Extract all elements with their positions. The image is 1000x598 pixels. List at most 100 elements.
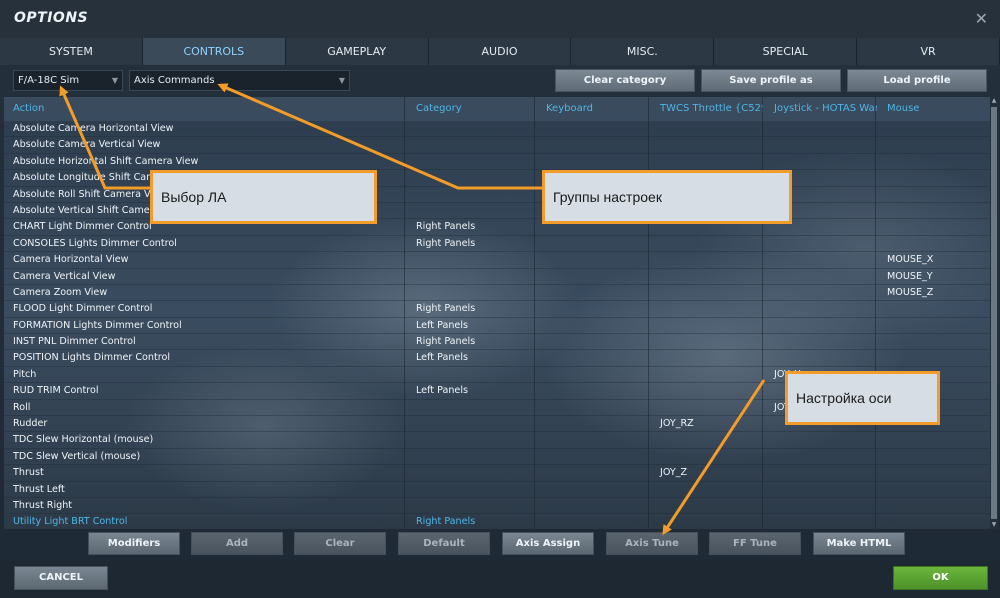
cell-action: Thrust Left	[13, 483, 65, 495]
cell-action: Absolute Camera Vertical View	[13, 139, 161, 151]
cell-throttle	[651, 154, 763, 170]
scroll-up-icon[interactable]: ▲	[990, 97, 998, 105]
header-mouse[interactable]: Mouse	[878, 97, 990, 121]
cell-category	[407, 154, 533, 170]
cell-action: Camera Zoom View	[13, 286, 108, 298]
default-button[interactable]: Default	[398, 532, 490, 555]
cell-action: POSITION Lights Dimmer Control	[13, 352, 171, 364]
cell-mouse	[878, 219, 990, 235]
tab-gameplay[interactable]: GAMEPLAY	[286, 38, 429, 65]
cell-joystick	[765, 137, 877, 153]
cell-throttle	[651, 318, 763, 334]
cell-joystick	[765, 154, 877, 170]
cell-action: INST PNL Dimmer Control	[13, 336, 136, 348]
cell-joystick	[765, 252, 877, 268]
cell-mouse	[878, 318, 990, 334]
tab-controls[interactable]: CONTROLS	[142, 38, 286, 65]
cell-throttle	[651, 301, 763, 317]
cell-mouse	[878, 432, 990, 448]
cell-throttle	[651, 269, 763, 285]
cell-action: Pitch	[13, 368, 37, 380]
cell-mouse: MOUSE_Z	[887, 286, 934, 298]
scroll-thumb[interactable]	[991, 107, 997, 519]
cell-category: Left Panels	[416, 319, 468, 331]
clear-button[interactable]: Clear	[294, 532, 386, 555]
ok-button[interactable]: OK	[893, 566, 988, 590]
header-keyboard[interactable]: Keyboard	[537, 97, 647, 121]
axis-tune-callout: Настройка оси	[785, 371, 940, 425]
table-row[interactable]: Thrust Right	[4, 498, 990, 515]
cell-joystick	[765, 269, 877, 285]
cell-throttle	[651, 285, 763, 301]
table-row[interactable]: CONSOLES Lights Dimmer Control Right Pane…	[4, 236, 990, 253]
controls-toolbar: F/A-18C Sim ▼ Axis Commands ▼ Clear cate…	[0, 65, 1000, 97]
category-select[interactable]: Axis Commands ▼	[129, 70, 350, 91]
cell-joystick	[765, 514, 877, 529]
cell-throttle	[651, 236, 763, 252]
tab-special[interactable]: SPECIAL	[714, 38, 858, 65]
cell-joystick	[765, 350, 877, 366]
load-profile-button[interactable]: Load profile	[847, 69, 987, 92]
make-html-button[interactable]: Make HTML	[813, 532, 905, 555]
table-row[interactable]: Camera Zoom View MOUSE_Z	[4, 285, 990, 302]
header-category[interactable]: Category	[407, 97, 533, 121]
cell-category	[407, 482, 533, 498]
table-row[interactable]: Camera Vertical View MOUSE_Y	[4, 269, 990, 285]
tab-vr[interactable]: VR	[857, 38, 1000, 65]
cell-throttle	[651, 137, 763, 153]
table-row[interactable]: FLOOD Light Dimmer Control Right Panels	[4, 301, 990, 318]
table-row[interactable]: Absolute Camera Horizontal View	[4, 121, 990, 138]
cell-mouse	[878, 203, 990, 219]
cell-joystick	[765, 236, 877, 252]
cell-category	[407, 400, 533, 416]
modifiers-button[interactable]: Modifiers	[88, 532, 180, 555]
cancel-button[interactable]: CANCEL	[14, 566, 108, 590]
aircraft-select-callout: Выбор ЛА	[150, 170, 377, 224]
table-row[interactable]: Absolute Horizontal Shift Camera View	[4, 154, 990, 171]
dialog-footer: CANCEL OK	[0, 561, 1000, 598]
cell-category	[407, 416, 533, 432]
ff-tune-button[interactable]: FF Tune	[709, 532, 801, 555]
table-row[interactable]: Thrust Left	[4, 482, 990, 498]
cell-mouse: MOUSE_X	[887, 254, 934, 266]
cell-action: RUD TRIM Control	[13, 385, 99, 397]
add-button[interactable]: Add	[191, 532, 283, 555]
header-joystick[interactable]: Joystick - HOTAS Warth	[765, 97, 877, 121]
action-buttons-bar: Modifiers Add Clear Default Axis Assign Axis …	[0, 529, 1000, 561]
cell-action: Camera Vertical View	[13, 270, 116, 282]
table-row[interactable]: Utility Light BRT Control Right Panels	[4, 514, 990, 529]
axis-assign-button[interactable]: Axis Assign	[502, 532, 594, 555]
scroll-down-icon[interactable]: ▼	[990, 521, 998, 529]
table-header: Action Category Keyboard TWCS Throttle {…	[4, 97, 990, 121]
cell-mouse	[878, 137, 990, 153]
header-throttle[interactable]: TWCS Throttle {C5295	[651, 97, 763, 121]
cell-throttle: JOY_Z	[660, 467, 688, 479]
vertical-scrollbar[interactable]: ▲ ▼	[990, 97, 998, 529]
cell-action: Utility Light BRT Control	[13, 516, 128, 528]
cell-mouse	[878, 449, 990, 465]
table-row[interactable]: POSITION Lights Dimmer Control Left Panel…	[4, 350, 990, 367]
aircraft-select[interactable]: F/A-18C Sim ▼	[13, 70, 123, 91]
table-row[interactable]: Thrust JOY_Z	[4, 465, 990, 482]
cell-category	[407, 285, 533, 301]
cell-throttle	[651, 350, 763, 366]
clear-category-button[interactable]: Clear category	[555, 69, 695, 92]
table-row[interactable]: FORMATION Lights Dimmer Control Left Pane…	[4, 318, 990, 335]
cell-category	[407, 498, 533, 514]
tab-system[interactable]: SYSTEM	[0, 38, 143, 65]
header-action[interactable]: Action	[4, 97, 404, 121]
cell-throttle: JOY_RZ	[660, 418, 694, 430]
bindings-table: Action Category Keyboard TWCS Throttle {…	[4, 97, 990, 529]
save-profile-button[interactable]: Save profile as	[701, 69, 841, 92]
close-icon[interactable]: ✕	[975, 9, 988, 28]
tab-audio[interactable]: AUDIO	[429, 38, 572, 65]
cell-mouse	[878, 334, 990, 350]
table-row[interactable]: TDC Slew Vertical (mouse)	[4, 449, 990, 466]
axis-tune-button[interactable]: Axis Tune	[606, 532, 698, 555]
tab-misc[interactable]: MISC.	[571, 38, 715, 65]
cell-joystick	[765, 121, 877, 137]
table-row[interactable]: INST PNL Dimmer Control Right Panels	[4, 334, 990, 351]
table-row[interactable]: Absolute Camera Vertical View	[4, 137, 990, 154]
table-row[interactable]: Camera Horizontal View MOUSE_X	[4, 252, 990, 269]
table-row[interactable]: TDC Slew Horizontal (mouse)	[4, 432, 990, 449]
